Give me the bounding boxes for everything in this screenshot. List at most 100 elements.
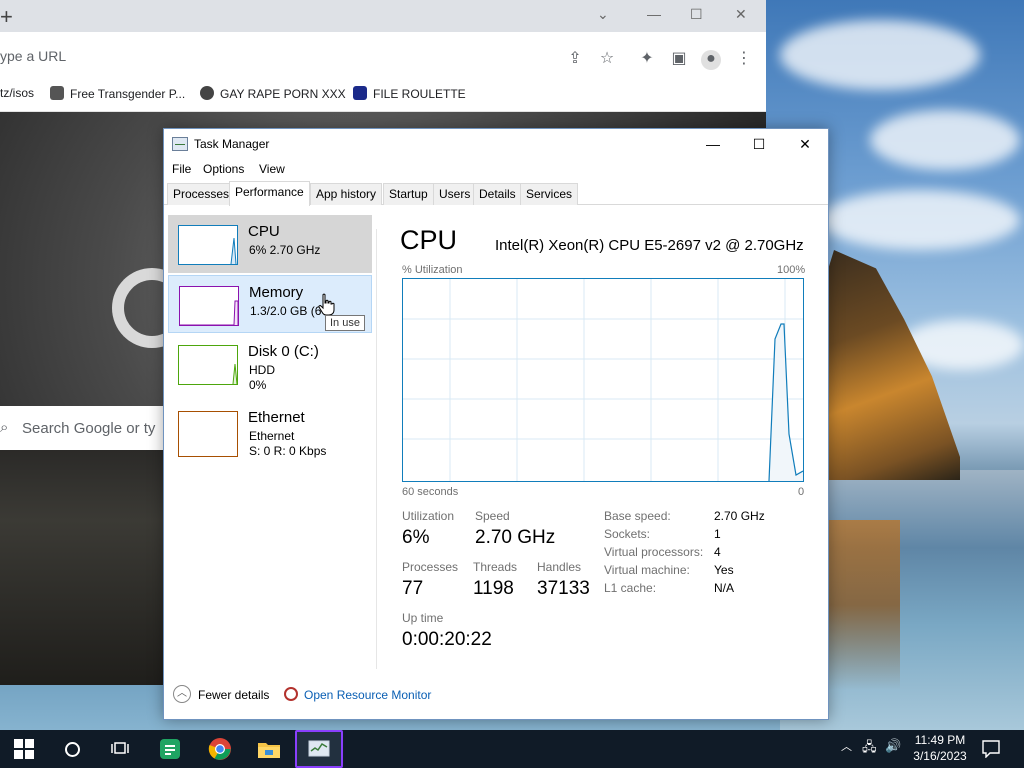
chevron-up-icon[interactable]: ︿	[173, 685, 191, 703]
profile-icon[interactable]: ●	[701, 50, 721, 70]
nav-sub: 6% 2.70 GHz	[249, 243, 321, 257]
bookmark-item[interactable]: tz/isos	[0, 86, 34, 100]
nav-item-ethernet[interactable]: Ethernet Ethernet S: 0 R: 0 Kbps	[168, 401, 372, 459]
nav-sub: 0%	[249, 378, 267, 392]
taskbar-app-file-explorer[interactable]	[245, 730, 293, 768]
clock-time[interactable]: 11:49 PM	[905, 733, 975, 747]
window-title: Task Manager	[194, 137, 270, 151]
cpu-thumbnail-graph	[178, 225, 238, 265]
handles-value: 37133	[537, 578, 590, 599]
spec-value: 4	[714, 545, 721, 559]
star-icon[interactable]: ☆	[598, 50, 616, 68]
windows-logo-icon	[14, 739, 34, 759]
threads-label: Threads	[473, 560, 518, 574]
uptime-value: 0:00:20:22	[402, 629, 492, 650]
close-icon[interactable]: ✕	[735, 6, 747, 23]
graph-label-utilization: % Utilization	[402, 264, 463, 276]
spec-value: Yes	[714, 563, 734, 577]
new-tab-icon[interactable]: +	[0, 4, 13, 30]
threads-value: 1198	[473, 578, 514, 599]
tab-startup[interactable]: Startup	[383, 183, 434, 205]
hand-cursor-icon	[318, 293, 335, 316]
search-placeholder[interactable]: Search Google or ty	[22, 420, 155, 437]
tab-app-history[interactable]: App history	[310, 183, 383, 205]
sheets-app-icon	[160, 739, 180, 759]
disk-thumbnail-graph	[178, 345, 238, 385]
spec-key: Base speed:	[604, 509, 671, 523]
taskbar-app-task-manager[interactable]	[295, 730, 343, 768]
task-view-icon	[111, 742, 129, 754]
utilization-value: 6%	[402, 527, 430, 548]
bookmark-item[interactable]: FILE ROULETTE	[353, 86, 466, 101]
nav-item-disk[interactable]: Disk 0 (C:) HDD 0%	[168, 335, 372, 393]
graph-label-max: 100%	[777, 264, 806, 276]
cpu-model-name: Intel(R) Xeon(R) CPU E5-2697 v2 @ 2.70GH…	[495, 237, 804, 254]
spec-value: 1	[714, 527, 721, 541]
cpu-utilization-graph	[402, 278, 804, 482]
handles-label: Handles	[537, 560, 582, 574]
start-button[interactable]	[0, 730, 48, 768]
speed-label: Speed	[475, 509, 510, 523]
tab-processes[interactable]: Processes	[167, 183, 236, 205]
side-panel-icon[interactable]: ▣	[670, 50, 688, 68]
task-manager-icon	[308, 740, 330, 757]
open-resource-monitor-link[interactable]: Open Resource Monitor	[304, 688, 431, 702]
nav-sub: HDD	[249, 363, 275, 377]
clock-date[interactable]: 3/16/2023	[905, 749, 975, 763]
tab-search-icon[interactable]: ⌄	[597, 6, 609, 23]
spec-key: Sockets:	[604, 527, 651, 541]
tab-performance[interactable]: Performance	[229, 181, 310, 206]
resource-monitor-icon[interactable]	[284, 687, 298, 701]
nav-sub: S: 0 R: 0 Kbps	[249, 444, 327, 458]
speed-value: 2.70 GHz	[475, 527, 556, 548]
cliff-reflection	[820, 520, 900, 690]
nav-item-cpu[interactable]: CPU 6% 2.70 GHz	[168, 215, 372, 273]
graph-time-zero: 0	[798, 486, 805, 498]
volume-icon[interactable]: 🔊	[885, 738, 901, 754]
spec-key: Virtual processors:	[604, 545, 704, 559]
menu-view[interactable]: View	[259, 162, 285, 176]
taskbar-app-chrome[interactable]	[196, 730, 244, 768]
tab-users[interactable]: Users	[433, 183, 477, 205]
omnibox[interactable]: ype a URL	[0, 48, 66, 64]
folder-icon	[258, 743, 280, 758]
show-hidden-icons-chevron-icon[interactable]: ︿	[841, 738, 852, 754]
taskbar: ︿ 🖧 🔊 11:49 PM 3/16/2023	[0, 730, 1024, 768]
tab-services[interactable]: Services	[520, 183, 579, 205]
menu-options[interactable]: Options	[203, 162, 244, 176]
menu-dots-icon[interactable]: ⋮	[735, 50, 753, 68]
network-icon[interactable]: 🖧	[862, 738, 877, 760]
search-button[interactable]	[48, 730, 96, 768]
share-icon[interactable]: ⇪	[566, 50, 584, 68]
cloud	[820, 190, 1020, 250]
task-manager-titlebar[interactable]: Task Manager — ☐ ✕	[164, 129, 828, 159]
maximize-icon[interactable]: ☐	[690, 6, 703, 23]
close-button[interactable]: ✕	[782, 129, 828, 159]
cortana-search-icon	[64, 741, 80, 757]
processes-value: 77	[402, 578, 424, 599]
taskbar-app-sheets[interactable]	[146, 730, 194, 768]
menu-file[interactable]: File	[172, 162, 191, 176]
fewer-details-button[interactable]: Fewer details	[198, 688, 269, 702]
globe-icon	[200, 86, 214, 100]
panel-divider	[376, 229, 377, 669]
tab-details[interactable]: Details	[473, 183, 522, 205]
browser-titlebar[interactable]: + ⌄ — ☐ ✕	[0, 0, 766, 32]
nav-title: Ethernet	[248, 409, 305, 426]
extensions-icon[interactable]: ✦	[638, 50, 656, 68]
bookmark-item[interactable]: Free Transgender P...	[50, 86, 185, 101]
notifications-icon[interactable]	[982, 740, 1000, 758]
minimize-button[interactable]: —	[690, 129, 736, 159]
nav-sub: 1.3/2.0 GB (6	[250, 304, 322, 318]
graph-time-span: 60 seconds	[402, 486, 459, 498]
utilization-label: Utilization	[402, 509, 455, 523]
minimize-icon[interactable]: —	[647, 6, 661, 22]
uptime-label: Up time	[402, 611, 444, 625]
bookmark-item[interactable]: GAY RAPE PORN XXX	[200, 86, 346, 101]
nav-sub: Ethernet	[249, 429, 295, 443]
menu-bar: File Options View	[164, 159, 828, 181]
task-manager-window[interactable]: Task Manager — ☐ ✕ File Options View Pro…	[163, 128, 829, 720]
task-manager-footer: ︿ Fewer details Open Resource Monitor	[164, 677, 828, 719]
maximize-button[interactable]: ☐	[736, 129, 782, 159]
task-view-button[interactable]	[96, 730, 144, 768]
